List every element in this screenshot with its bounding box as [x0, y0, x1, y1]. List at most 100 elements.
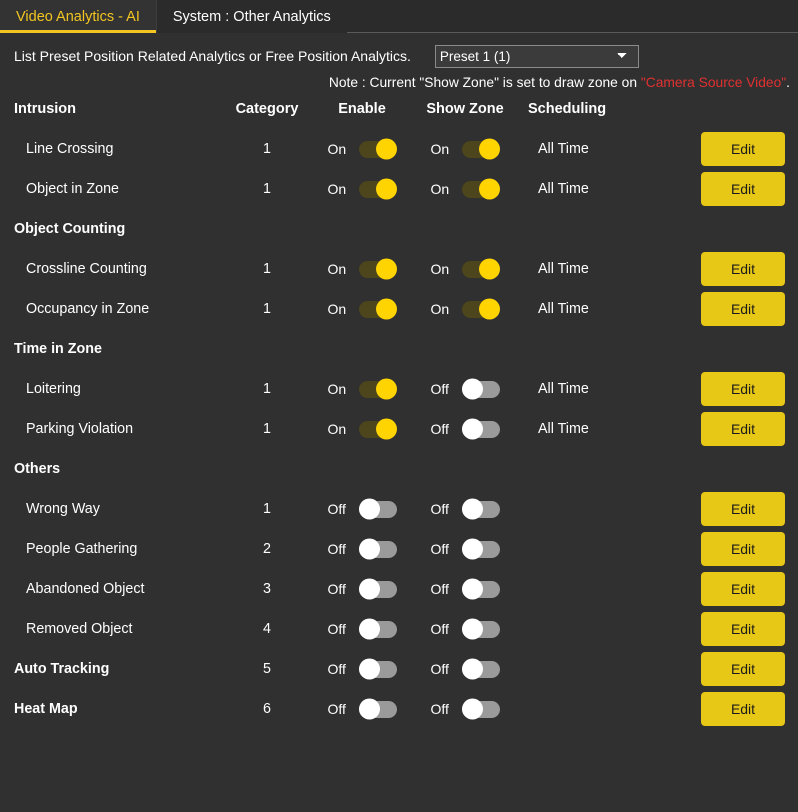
show-zone-toggle-switch[interactable] [461, 618, 500, 640]
enable-toggle-group: Off [312, 698, 412, 720]
row-category-value: 1 [263, 181, 271, 197]
row-name-label: Heat Map [14, 701, 78, 717]
edit-button[interactable]: Edit [701, 492, 785, 526]
show-zone-toggle-switch[interactable] [461, 378, 500, 400]
row-scheduling-value [518, 689, 688, 729]
row-scheduling-value [518, 569, 688, 609]
enable-toggle-group: Off [312, 618, 412, 640]
enable-toggle-switch[interactable] [358, 658, 397, 680]
toggle-knob-icon [375, 418, 397, 440]
table-row: Auto Tracking 5 Off Off Edit [0, 649, 798, 689]
show-zone-state-label: On [430, 141, 450, 157]
row-name-label: Wrong Way [26, 501, 100, 517]
show-zone-toggle-switch[interactable] [461, 178, 500, 200]
enable-toggle-group: On [312, 258, 412, 280]
show-zone-toggle-switch[interactable] [461, 578, 500, 600]
enable-state-label: On [327, 421, 347, 437]
edit-button[interactable]: Edit [701, 292, 785, 326]
row-action-cell: Edit [688, 249, 798, 289]
edit-button[interactable]: Edit [701, 132, 785, 166]
column-header-category: Category [235, 101, 299, 117]
show-zone-toggle-switch[interactable] [461, 418, 500, 440]
enable-toggle-group: Off [312, 658, 412, 680]
enable-state-label: Off [327, 501, 346, 517]
tab-video-analytics-ai[interactable]: Video Analytics - AI [0, 0, 156, 33]
show-zone-toggle-switch[interactable] [461, 658, 500, 680]
preset-description-label: List Preset Position Related Analytics o… [14, 48, 411, 64]
enable-toggle-switch[interactable] [358, 298, 397, 320]
enable-toggle-switch[interactable] [358, 178, 397, 200]
row-name-label: Loitering [26, 381, 81, 397]
show-zone-cell: Off [412, 369, 518, 409]
show-zone-state-label: On [430, 261, 450, 277]
row-action-cell-empty [688, 329, 798, 369]
enable-toggle-switch[interactable] [358, 618, 397, 640]
tab-system-other-analytics[interactable]: System : Other Analytics [155, 0, 347, 33]
table-row: Abandoned Object 3 Off Off Edit [0, 569, 798, 609]
show-zone-toggle-switch[interactable] [461, 538, 500, 560]
show-zone-cell-empty [412, 449, 518, 489]
show-zone-toggle-switch[interactable] [461, 138, 500, 160]
table-group-header-row: Others [0, 449, 798, 489]
row-category-value [222, 209, 312, 249]
enable-toggle-group: On [312, 138, 412, 160]
edit-button[interactable]: Edit [701, 372, 785, 406]
row-scheduling-value [518, 649, 688, 689]
enable-toggle-switch[interactable] [358, 498, 397, 520]
enable-toggle-switch[interactable] [358, 698, 397, 720]
toggle-knob-icon [375, 298, 397, 320]
toggle-knob-icon [375, 138, 397, 160]
show-zone-toggle-group: Off [412, 658, 518, 680]
show-zone-toggle-group: Off [412, 698, 518, 720]
show-zone-state-label: Off [430, 381, 449, 397]
edit-button[interactable]: Edit [701, 612, 785, 646]
table-row: Heat Map 6 Off Off Edit [0, 689, 798, 729]
table-group-header-row: Object Counting [0, 209, 798, 249]
row-category-value: 5 [263, 661, 271, 677]
row-category-value: 1 [263, 301, 271, 317]
enable-toggle-switch[interactable] [358, 138, 397, 160]
show-zone-state-label: On [430, 301, 450, 317]
edit-button[interactable]: Edit [701, 412, 785, 446]
show-zone-cell: Off [412, 409, 518, 449]
enable-state-label: On [327, 381, 347, 397]
enable-toggle-switch[interactable] [358, 378, 397, 400]
preset-select[interactable]: Preset 1 (1) [434, 44, 639, 68]
row-name-label: Others [14, 461, 61, 477]
edit-button[interactable]: Edit [701, 532, 785, 566]
row-category-value: 3 [263, 581, 271, 597]
show-zone-cell: Off [412, 529, 518, 569]
row-scheduling-value: All Time [538, 141, 589, 157]
edit-button[interactable]: Edit [701, 172, 785, 206]
show-zone-toggle-switch[interactable] [461, 498, 500, 520]
enable-toggle-switch[interactable] [358, 258, 397, 280]
column-header-intrusion: Intrusion [14, 101, 77, 117]
row-action-cell: Edit [688, 529, 798, 569]
edit-button[interactable]: Edit [701, 652, 785, 686]
show-zone-toggle-switch[interactable] [461, 258, 500, 280]
row-action-cell: Edit [688, 649, 798, 689]
enable-state-label: On [327, 301, 347, 317]
edit-button[interactable]: Edit [701, 692, 785, 726]
show-zone-toggle-group: Off [412, 538, 518, 560]
enable-toggle-switch[interactable] [358, 418, 397, 440]
show-zone-toggle-switch[interactable] [461, 698, 500, 720]
tab-label: System : Other Analytics [172, 8, 331, 25]
enable-cell: Off [312, 649, 412, 689]
row-action-cell: Edit [688, 169, 798, 209]
toggle-knob-icon [461, 418, 483, 440]
row-scheduling-value: All Time [538, 301, 589, 317]
row-action-cell: Edit [688, 409, 798, 449]
enable-toggle-switch[interactable] [358, 538, 397, 560]
edit-button[interactable]: Edit [701, 252, 785, 286]
enable-state-label: On [327, 181, 347, 197]
show-zone-toggle-group: On [412, 178, 518, 200]
row-name-label: Removed Object [26, 621, 133, 637]
enable-toggle-switch[interactable] [358, 578, 397, 600]
show-zone-toggle-switch[interactable] [461, 298, 500, 320]
row-scheduling-value [518, 209, 688, 249]
edit-button[interactable]: Edit [701, 572, 785, 606]
enable-state-label: On [327, 261, 347, 277]
row-name-label: Object in Zone [26, 181, 119, 197]
enable-cell: Off [312, 569, 412, 609]
